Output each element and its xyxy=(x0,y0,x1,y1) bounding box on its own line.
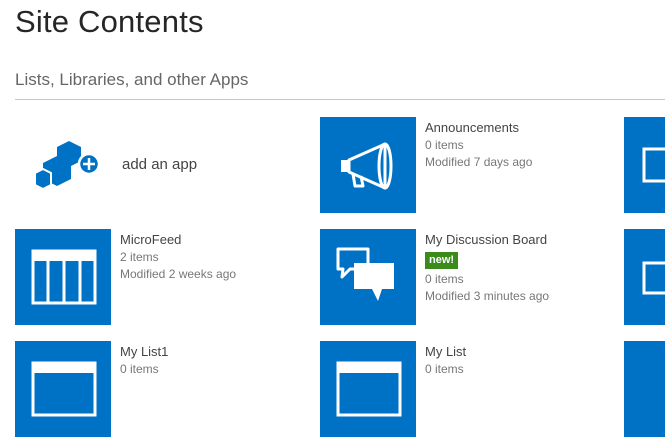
mylist-info: My List 0 items xyxy=(425,342,466,378)
partial-app-tile[interactable] xyxy=(624,117,665,213)
megaphone-icon xyxy=(341,142,393,190)
microfeed-link[interactable]: MicroFeed xyxy=(120,230,236,249)
discussion-board-link[interactable]: My Discussion Board xyxy=(425,230,549,249)
microfeed-modified: Modified 2 weeks ago xyxy=(120,267,237,281)
section-title: Lists, Libraries, and other Apps xyxy=(15,70,249,89)
add-app-link[interactable]: add an app xyxy=(122,156,197,173)
mylist1-tile[interactable] xyxy=(15,341,111,437)
mylist1-link[interactable]: My List1 xyxy=(120,342,168,361)
add-app-tile[interactable] xyxy=(15,117,111,213)
microfeed-info: MicroFeed 2 items Modified 2 weeks ago xyxy=(120,230,236,283)
microfeed-item-count: 2 items xyxy=(120,250,159,264)
discussion-board-item-count: 0 items xyxy=(425,272,464,286)
discussion-icon xyxy=(336,247,394,301)
list-icon xyxy=(336,361,402,417)
announcements-link[interactable]: Announcements xyxy=(425,118,532,137)
mylist-item-count: 0 items xyxy=(425,362,464,376)
mylist-link[interactable]: My List xyxy=(425,342,466,361)
announcements-tile[interactable] xyxy=(320,117,416,213)
new-badge: new! xyxy=(425,252,459,269)
announcements-info: Announcements 0 items Modified 7 days ag… xyxy=(425,118,532,171)
discussion-board-modified: Modified 3 minutes ago xyxy=(425,289,550,303)
mylist1-info: My List1 0 items xyxy=(120,342,168,378)
mylist1-item-count: 0 items xyxy=(120,362,159,376)
list-icon xyxy=(31,249,97,305)
list-icon xyxy=(31,361,97,417)
discussion-board-info: My Discussion Board new! 0 items Modifie… xyxy=(425,230,549,305)
partial-app-tile-3[interactable] xyxy=(624,341,665,437)
announcements-modified: Modified 7 days ago xyxy=(425,155,533,169)
microfeed-tile[interactable] xyxy=(15,229,111,325)
add-app-icon xyxy=(34,141,101,191)
discussion-board-tile[interactable] xyxy=(320,229,416,325)
page-title: Site Contents xyxy=(15,4,204,39)
partial-app-tile-2[interactable] xyxy=(624,229,665,325)
document-icon xyxy=(642,147,665,183)
section-divider xyxy=(15,99,665,100)
document-icon xyxy=(642,261,665,295)
mylist-tile[interactable] xyxy=(320,341,416,437)
announcements-item-count: 0 items xyxy=(425,138,464,152)
